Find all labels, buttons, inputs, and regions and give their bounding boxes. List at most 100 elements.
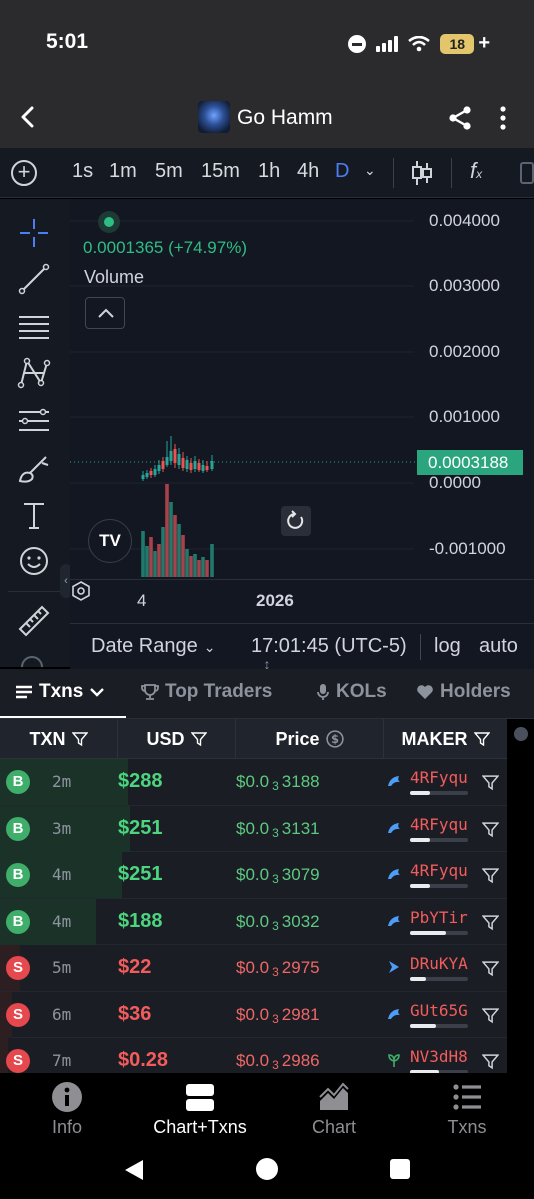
maker-address[interactable]: DRuKYA: [410, 954, 468, 973]
table-row[interactable]: B 3m $251 $0.0 3 3131 4RFyqu: [0, 805, 507, 852]
date-range-label: Date Range: [91, 635, 198, 657]
table-row[interactable]: B 4m $188 $0.0 3 3032 PbYTir: [0, 898, 507, 945]
filter-icon[interactable]: [71, 731, 88, 747]
function-icon[interactable]: fx: [470, 158, 482, 184]
pattern-icon[interactable]: [16, 355, 52, 391]
timeframe-1m[interactable]: 1m: [109, 160, 137, 183]
price-zero-count: 3: [272, 825, 279, 840]
settings-icon[interactable]: [70, 580, 92, 602]
text-icon[interactable]: [16, 497, 52, 533]
date-range-button[interactable]: Date Range ⌄: [91, 635, 215, 658]
nav-chart[interactable]: Chart: [267, 1081, 401, 1138]
nav-txns[interactable]: Txns: [400, 1081, 534, 1138]
timeframe-1s[interactable]: 1s: [72, 160, 93, 183]
ruler-lines-icon[interactable]: [16, 403, 52, 439]
filter-icon[interactable]: [481, 914, 500, 931]
column-header-maker[interactable]: MAKER: [384, 719, 507, 759]
y-tick: 0.002000: [429, 342, 500, 361]
timeframe-d[interactable]: D: [335, 160, 349, 183]
maker-address[interactable]: 4RFyqu: [410, 815, 468, 834]
volume-bar: [205, 560, 209, 577]
auto-scale-toggle[interactable]: auto: [479, 635, 518, 658]
table-row[interactable]: S 7m $0.28 $0.0 3 2986 NV3dH8: [0, 1038, 507, 1073]
filter-icon[interactable]: [481, 821, 500, 838]
brush-icon[interactable]: [16, 451, 52, 487]
tradingview-logo[interactable]: TV: [88, 519, 132, 563]
maker-address[interactable]: NV3dH8: [410, 1047, 468, 1066]
y-tick: 0.001000: [429, 407, 500, 426]
legend-price: 0.0001365 (+74.97%): [83, 238, 247, 257]
maker-address[interactable]: 4RFyqu: [410, 861, 468, 880]
txn-usd: $251: [118, 863, 163, 885]
measure-icon[interactable]: [16, 603, 52, 639]
nav-chart-txns-label: Chart+Txns: [153, 1117, 247, 1137]
filter-icon[interactable]: [481, 867, 500, 884]
zoom-icon[interactable]: [16, 651, 52, 667]
home-circle-icon[interactable]: [255, 1157, 279, 1181]
nav-chart-txns[interactable]: Chart+Txns: [133, 1081, 267, 1138]
recents-square-icon[interactable]: [389, 1158, 411, 1180]
dollar-circle-icon[interactable]: $: [325, 730, 344, 748]
price-zero-count: 3: [272, 918, 279, 933]
column-header-usd[interactable]: USD: [118, 719, 236, 759]
y-tick: -0.001000: [429, 539, 506, 558]
filter-icon[interactable]: [481, 774, 500, 791]
fib-icon[interactable]: [16, 309, 52, 345]
toolbar-divider: [451, 158, 452, 188]
trend-line-icon[interactable]: [16, 261, 52, 297]
maker-address[interactable]: PbYTir: [410, 908, 468, 927]
column-header-label: USD: [146, 728, 185, 749]
reset-chart-button[interactable]: [281, 506, 311, 536]
nav-chart-label: Chart: [311, 1117, 356, 1137]
emoji-icon[interactable]: [16, 543, 52, 579]
price-digits: 2986: [281, 1051, 320, 1070]
filter-icon[interactable]: [481, 1053, 500, 1070]
price-prefix: $0.0: [236, 1051, 270, 1070]
crosshair-icon[interactable]: [16, 215, 52, 251]
log-scale-toggle[interactable]: log: [434, 635, 461, 658]
table-row[interactable]: S 5m $22 $0.0 3 2975 DRuKYA: [0, 945, 507, 992]
timeframe-4h[interactable]: 4h: [297, 160, 319, 183]
filter-icon[interactable]: [190, 731, 207, 747]
split-view-icon: [186, 1084, 214, 1111]
timeframe-15m[interactable]: 15m: [201, 160, 240, 183]
legend-collapse-button[interactable]: [85, 297, 125, 329]
tab-txns[interactable]: Txns: [15, 681, 105, 703]
filter-icon[interactable]: [481, 1007, 500, 1024]
column-header-txn[interactable]: TXN: [0, 719, 118, 759]
candlestick-icon[interactable]: [410, 160, 434, 186]
nav-info[interactable]: Info: [0, 1081, 134, 1138]
back-triangle-icon[interactable]: [122, 1158, 146, 1182]
transactions-table: TXN USD Price $ MAKER B 2m $288 $0.0 3 3188 4R…: [0, 719, 507, 1073]
back-arrow-icon[interactable]: [14, 102, 44, 132]
price-chart[interactable]: 0.0001365 (+74.97%) Volume 0.004000 0.00…: [70, 199, 534, 669]
tools-divider: [8, 591, 62, 592]
share-icon[interactable]: [446, 104, 474, 132]
volume-bar: [149, 537, 153, 577]
timeframe-1h[interactable]: 1h: [258, 160, 280, 183]
table-row[interactable]: B 2m $288 $0.0 3 3188 4RFyqu: [0, 759, 507, 806]
column-header-price[interactable]: Price $: [236, 719, 384, 759]
table-row[interactable]: B 4m $251 $0.0 3 3079 4RFyqu: [0, 852, 507, 899]
plant-icon: [388, 1054, 400, 1067]
scrollbar-thumb[interactable]: [514, 727, 528, 741]
maker-address[interactable]: 4RFyqu: [410, 768, 468, 787]
plus-circle-icon[interactable]: +: [11, 160, 37, 186]
chevron-down-icon[interactable]: ⌄: [364, 162, 376, 179]
filter-icon[interactable]: [481, 960, 500, 977]
tab-top-traders[interactable]: Top Traders: [141, 681, 272, 703]
txn-type-badge: S: [6, 956, 30, 980]
maker-share-bar: [410, 977, 468, 981]
volume-bar: [145, 546, 149, 577]
filter-icon[interactable]: [473, 731, 490, 747]
txn-price: $0.0 3 2981: [236, 1005, 320, 1026]
tab-holders[interactable]: Holders: [416, 681, 511, 703]
timeframe-5m[interactable]: 5m: [155, 160, 183, 183]
layout-icon[interactable]: [520, 162, 534, 184]
maker-address[interactable]: GUt65G: [410, 1001, 468, 1020]
tab-kols[interactable]: KOLs: [316, 681, 387, 703]
microphone-icon: [317, 684, 329, 700]
maker-share-bar: [410, 930, 468, 935]
more-vertical-icon[interactable]: [494, 104, 512, 132]
table-row[interactable]: S 6m $36 $0.0 3 2981 GUt65G: [0, 991, 507, 1038]
